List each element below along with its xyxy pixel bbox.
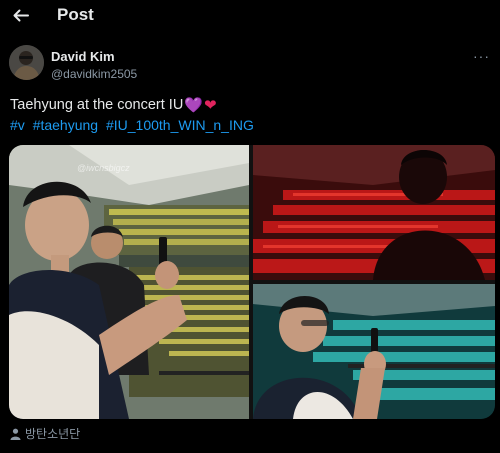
photo-watermark: @iwcnsbigcz [77,163,130,173]
media-grid: @iwcnsbigcz [9,145,495,419]
person-icon [10,428,21,443]
tagged-people[interactable]: 방탄소년단 [10,425,80,443]
post-text: Taehyung at the concert IU💜❤ [10,96,217,114]
purple-heart-icon: 💜 [184,97,203,114]
more-options-icon[interactable]: ··· [473,48,490,64]
hashtag-link[interactable]: #taehyung [33,117,98,133]
top-bar: Post [0,0,500,34]
media-photo[interactable] [253,284,495,419]
red-heart-icon: ❤ [204,97,217,114]
author-handle[interactable]: @davidkim2505 [51,67,137,81]
tagged-label: 방탄소년단 [25,427,81,441]
hashtags: #v #taehyung #IU_100th_WIN_n_ING [10,117,258,133]
author-name[interactable]: David Kim [51,49,115,64]
media-photo[interactable]: @iwcnsbigcz [9,145,249,419]
arrow-left-icon [13,9,29,22]
post-body: Taehyung at the concert IU [10,97,184,113]
back-button[interactable] [8,4,32,28]
hashtag-link[interactable]: #IU_100th_WIN_n_ING [106,117,254,133]
hashtag-link[interactable]: #v [10,117,25,133]
avatar[interactable] [9,45,44,80]
page-title: Post [57,5,94,24]
media-photo[interactable] [253,145,495,280]
